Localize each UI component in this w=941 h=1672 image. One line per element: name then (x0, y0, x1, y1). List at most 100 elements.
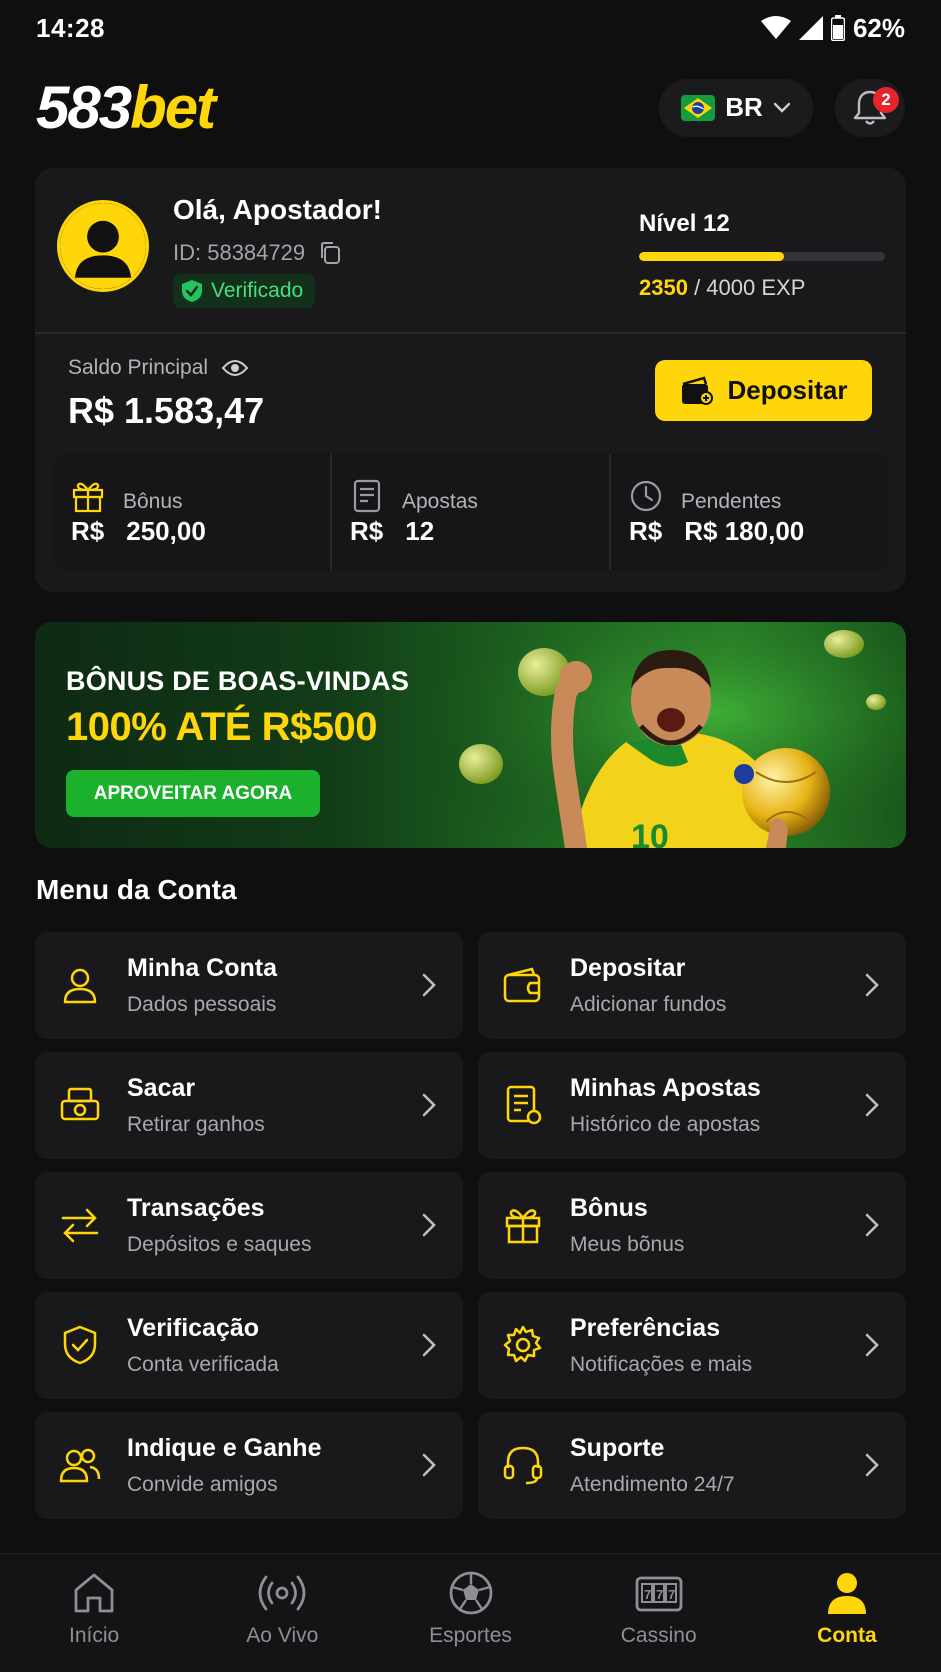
svg-text:7: 7 (668, 1587, 675, 1602)
menu-item-label: Depositar (570, 954, 686, 982)
battery-percent: 62% (852, 12, 905, 43)
stat-bets[interactable]: Apostas R$ 12 (330, 454, 609, 570)
greeting: Olá, Apostador! (173, 194, 382, 225)
stat-label: Pendentes (681, 490, 782, 513)
gift-icon (500, 1202, 546, 1248)
menu-item-label: Verificação (127, 1314, 260, 1342)
promo-banner[interactable]: 10 BÔNUS DE BOAS-VINDAS 100% ATÉ R$500 A… (35, 622, 906, 848)
chevron-right-icon (421, 1452, 437, 1478)
menu-item-description: Adicionar fundos (570, 993, 727, 1016)
eye-icon[interactable] (222, 359, 249, 377)
promo-title: BÔNUS DE BOAS-VINDAS (66, 666, 410, 696)
chevron-right-icon (421, 1212, 437, 1238)
menu-item-verificacao[interactable]: Verificação Conta verificada (35, 1292, 463, 1399)
stat-value: 12 (405, 516, 435, 546)
shield-check-icon (181, 279, 203, 303)
balance-label-row: Saldo Principal (68, 356, 249, 380)
menu-item-suporte[interactable]: Suporte Atendimento 24/7 (478, 1412, 906, 1519)
nav-label: Esportes (429, 1624, 512, 1647)
balance-value: R$ 1.583,47 (68, 390, 265, 431)
deposit-button[interactable]: Depositar (655, 360, 872, 421)
menu-item-label: Preferências (570, 1314, 721, 1342)
notification-count-badge: 2 (873, 86, 899, 113)
stat-pending[interactable]: Pendentes R$ R$ 180,00 (609, 454, 888, 570)
wallet-icon (680, 375, 714, 406)
menu-item-bonus[interactable]: Bônus Meus bõnus (478, 1172, 906, 1279)
wifi-icon (760, 16, 791, 40)
nav-ao-vivo[interactable]: Ao Vivo (188, 1554, 376, 1672)
stat-prefix: R$ (629, 516, 663, 546)
menu-item-transacoes[interactable]: Transações Depósitos e saques (35, 1172, 463, 1279)
menu-item-sacar[interactable]: Sacar Retirar ganhos (35, 1052, 463, 1159)
menu-item-preferencias[interactable]: Preferências Notificações e mais (478, 1292, 906, 1399)
promo-subtitle: 100% ATÉ R$500 (66, 705, 377, 749)
nav-inicio[interactable]: Início (0, 1554, 188, 1672)
menu-item-label: Bônus (570, 1194, 648, 1222)
users-icon (57, 1442, 103, 1488)
nav-cassino[interactable]: 777 Cassino (565, 1554, 753, 1672)
brand-logo[interactable]: 583bet (36, 77, 216, 138)
chevron-right-icon (421, 1092, 437, 1118)
balance-label: Saldo Principal (68, 356, 209, 379)
language-code: BR (725, 92, 763, 122)
menu-item-minhas-apostas[interactable]: Minhas Apostas Histórico de apostas (478, 1052, 906, 1159)
menu-item-depositar[interactable]: Depositar Adicionar fundos (478, 932, 906, 1039)
bets-history-icon (500, 1082, 546, 1128)
menu-item-label: Minha Conta (127, 954, 277, 982)
menu-item-indique-e-ganhe[interactable]: Indique e Ganhe Convide amigos (35, 1412, 463, 1519)
chevron-right-icon (864, 1092, 880, 1118)
logo-number: 583 (36, 73, 132, 141)
chevron-right-icon (421, 972, 437, 998)
menu-title: Menu da Conta (36, 874, 237, 905)
notifications-button[interactable]: 2 (835, 78, 905, 137)
nav-label: Ao Vivo (246, 1624, 319, 1647)
menu-item-description: Retirar ganhos (127, 1113, 265, 1136)
stat-bonus[interactable]: Bônus R$ 250,00 (53, 454, 330, 570)
menu-item-description: Histórico de apostas (570, 1113, 761, 1136)
nav-label: Conta (817, 1624, 877, 1647)
stats-row: Bônus R$ 250,00 Apostas R$ 12 Pendentes R$… (53, 454, 888, 570)
verified-badge: Verificado (173, 274, 316, 308)
withdraw-icon (57, 1082, 103, 1128)
chevron-right-icon (864, 972, 880, 998)
receipt-icon (350, 479, 384, 513)
user-icon (57, 962, 103, 1008)
chevron-right-icon (864, 1212, 880, 1238)
promo-text: BÔNUS DE BOAS-VINDAS 100% ATÉ R$500 (66, 666, 409, 750)
promo-cta-button[interactable]: APROVEITAR AGORA (66, 770, 320, 817)
copy-icon[interactable] (319, 241, 341, 265)
avatar[interactable] (57, 200, 149, 292)
menu-item-description: Conta verificada (127, 1353, 279, 1376)
menu-item-label: Sacar (127, 1074, 196, 1102)
nav-esportes[interactable]: Esportes (376, 1554, 564, 1672)
menu-item-description: Meus bõnus (570, 1233, 685, 1256)
transfer-arrows-icon (57, 1202, 103, 1248)
gear-icon (500, 1322, 546, 1368)
menu-item-description: Atendimento 24/7 (570, 1473, 735, 1496)
menu-item-description: Dados pessoais (127, 993, 277, 1016)
nav-conta[interactable]: Conta (753, 1554, 941, 1672)
status-time: 14:28 (36, 12, 105, 43)
menu-item-label: Suporte (570, 1434, 665, 1462)
soccer-player-illustration: 10 (426, 622, 906, 848)
account-menu: Minha Conta Dados pessoais Depositar Adi… (35, 932, 906, 1519)
level-progress-bar (639, 252, 885, 261)
language-selector[interactable]: BR (659, 78, 813, 137)
menu-item-description: Notificações e mais (570, 1353, 753, 1376)
menu-item-description: Depósitos e saques (127, 1233, 312, 1256)
menu-item-label: Indique e Ganhe (127, 1434, 322, 1462)
menu-item-minha-conta[interactable]: Minha Conta Dados pessoais (35, 932, 463, 1039)
user-avatar-icon (60, 203, 146, 289)
svg-text:7: 7 (656, 1587, 663, 1602)
menu-item-description: Convide amigos (127, 1473, 278, 1496)
status-bar: 14:28 62% (0, 0, 941, 56)
stat-prefix: R$ (71, 516, 105, 546)
user-id: ID: 58384729 (173, 240, 306, 265)
chevron-down-icon (773, 102, 791, 114)
wallet-icon (500, 962, 546, 1008)
deposit-label: Depositar (727, 375, 848, 405)
verified-label: Verificado (211, 279, 304, 302)
home-icon (71, 1570, 117, 1616)
stat-value: R$ 180,00 (684, 516, 805, 546)
clock-icon (629, 479, 663, 513)
